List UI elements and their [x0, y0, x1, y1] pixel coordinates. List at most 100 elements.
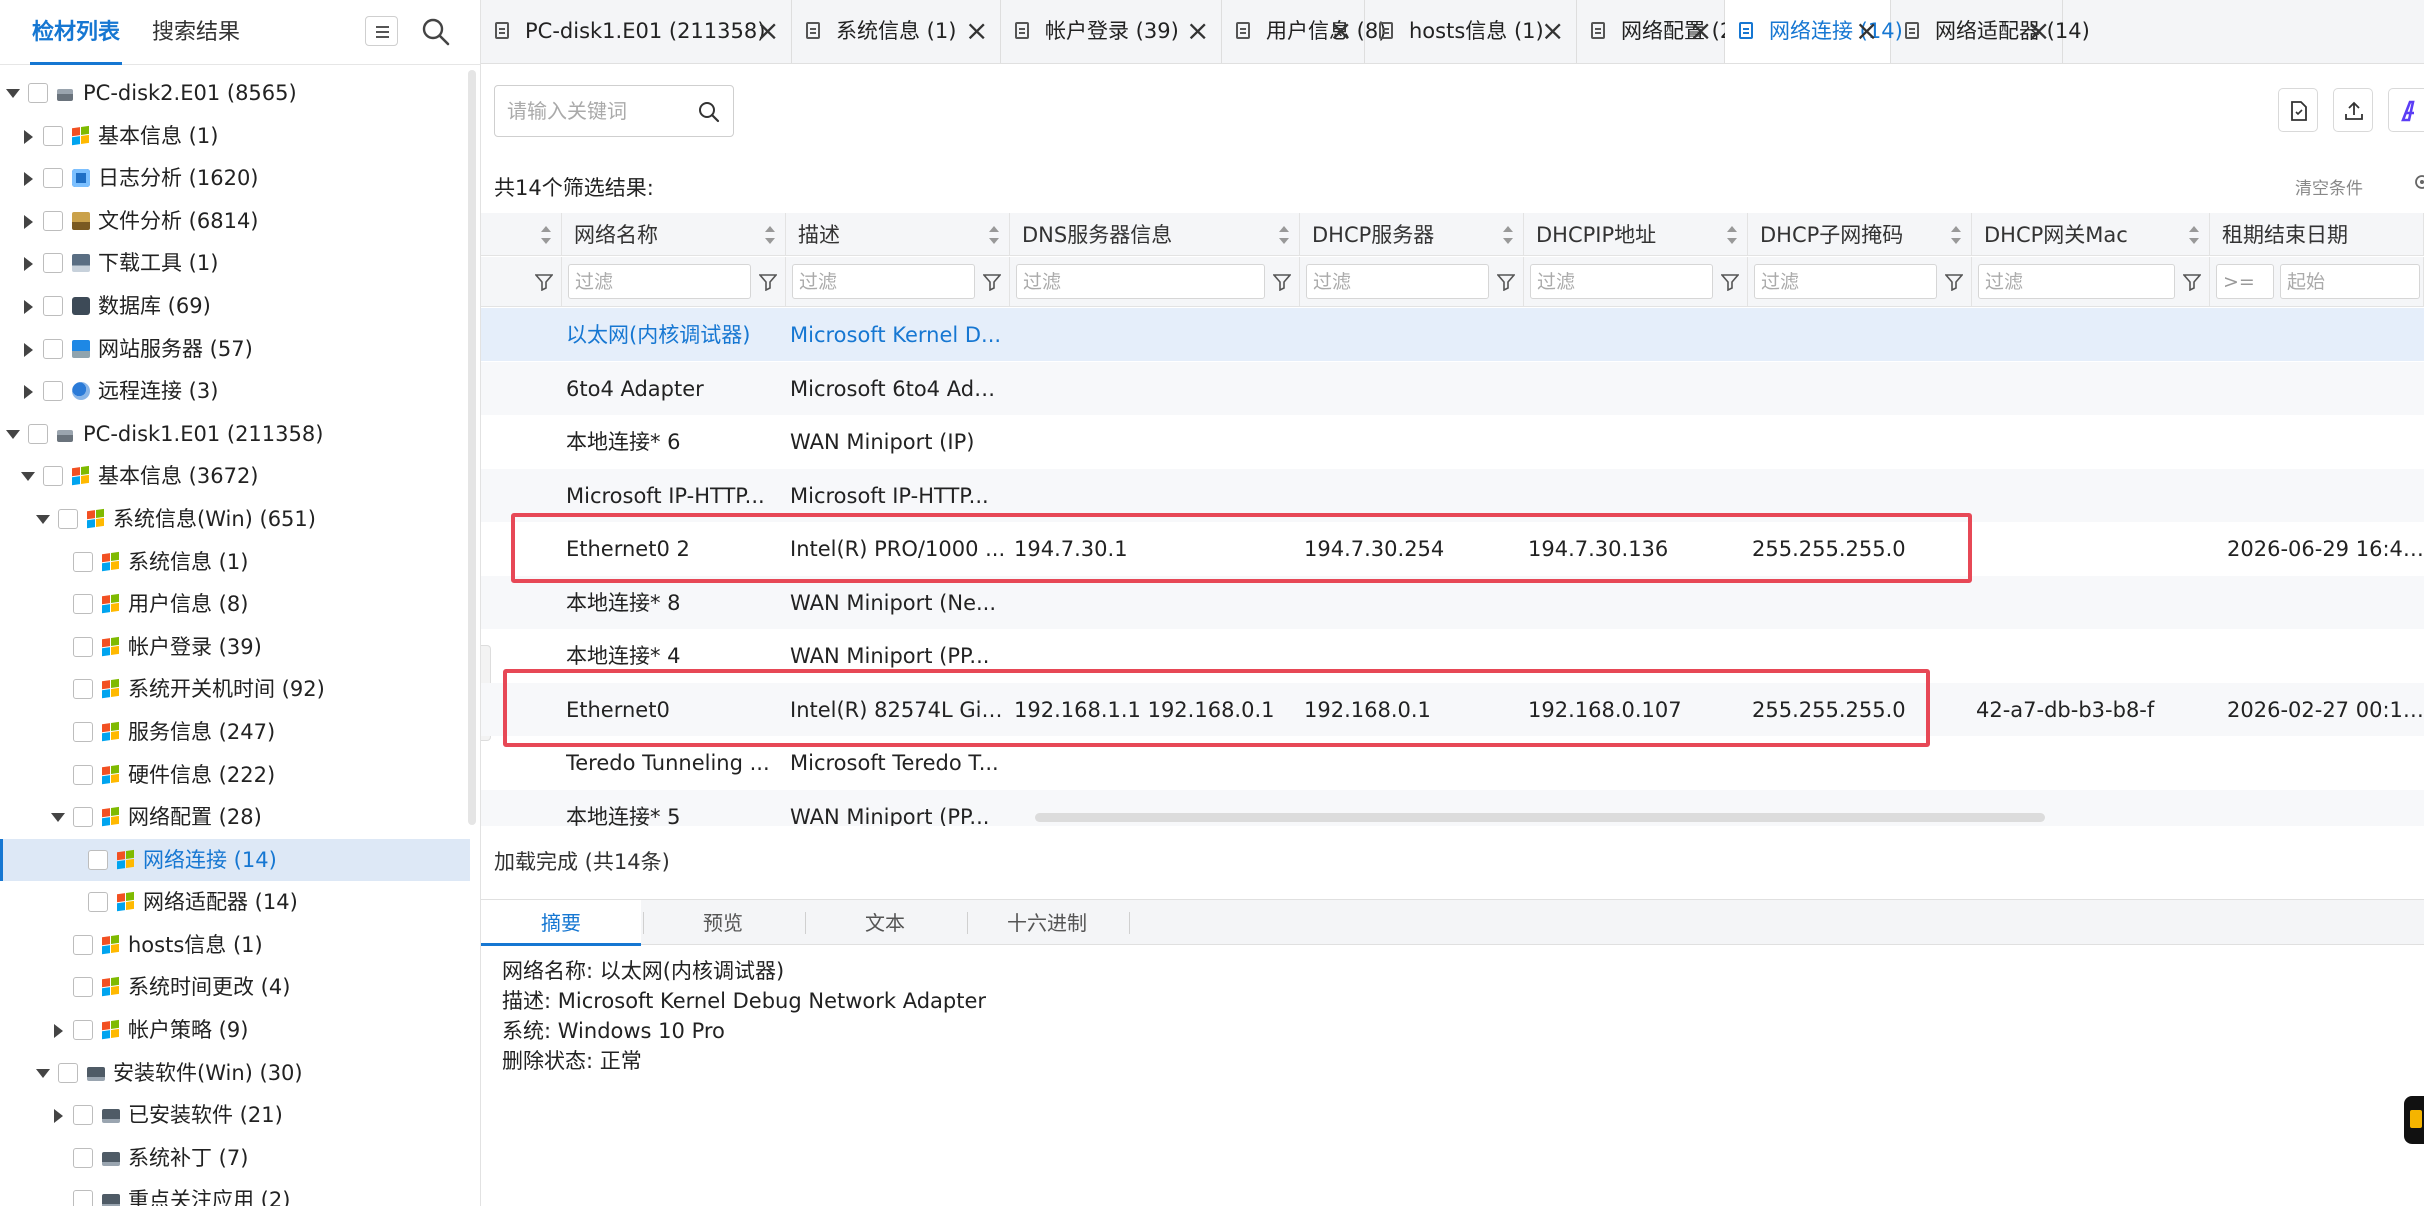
tree-checkbox[interactable]	[73, 679, 93, 700]
column-filter-input[interactable]	[1530, 264, 1713, 299]
search-icon[interactable]	[420, 16, 452, 48]
tree-node[interactable]: 网络配置 (28)	[0, 796, 470, 839]
collapse-arrow-icon[interactable]	[24, 172, 33, 187]
tree-checkbox[interactable]	[28, 83, 48, 103]
collapse-arrow-icon[interactable]	[24, 257, 33, 272]
sort-icon[interactable]	[541, 226, 551, 244]
column-filter-input[interactable]	[1754, 264, 1937, 299]
tree-node[interactable]: 网络连接 (14)	[0, 838, 470, 882]
tree-node[interactable]: 系统信息(Win) (651)	[0, 498, 470, 541]
collapse-arrow-icon[interactable]	[24, 342, 33, 357]
document-tab[interactable]: 网络适配器 (14) ×	[1891, 0, 2090, 63]
column-filter-input[interactable]	[1016, 264, 1265, 299]
close-icon[interactable]: ×	[1855, 0, 1878, 62]
font-style-button[interactable]	[2388, 88, 2424, 132]
filter-icon[interactable]	[982, 273, 1002, 292]
document-tab[interactable]: hosts信息 (1) ×	[1365, 0, 1577, 63]
table-row[interactable]: 本地连接* 6 WAN Miniport (IP)	[481, 415, 2424, 468]
floating-tool-button[interactable]	[2404, 1096, 2424, 1144]
tree-checkbox[interactable]	[73, 977, 93, 998]
column-filter-input[interactable]	[1306, 264, 1489, 299]
tree-node[interactable]: 基本信息 (1)	[0, 115, 470, 158]
tree-node[interactable]: 网站服务器 (57)	[0, 328, 470, 371]
tree-checkbox[interactable]	[43, 295, 63, 316]
tree-node[interactable]: 安装软件(Win) (30)	[0, 1052, 470, 1095]
collapse-arrow-icon[interactable]	[54, 1024, 63, 1039]
tree-checkbox[interactable]	[58, 508, 78, 529]
column-header[interactable]: 描述	[786, 213, 1010, 256]
tree-node[interactable]: 远程连接 (3)	[0, 370, 470, 413]
tree-checkbox[interactable]	[73, 636, 93, 657]
tree-node[interactable]: 服务信息 (247)	[0, 711, 470, 754]
expand-arrow-icon[interactable]	[51, 813, 65, 823]
tree-node[interactable]: 系统信息 (1)	[0, 541, 470, 584]
close-icon[interactable]: ×	[1541, 0, 1564, 62]
column-filter-input[interactable]	[792, 264, 975, 299]
sort-icon[interactable]	[1727, 226, 1737, 244]
filter-icon[interactable]	[758, 273, 778, 292]
tree-scrollbar[interactable]	[468, 70, 476, 825]
column-header[interactable]: DHCP网关Mac	[1972, 213, 2210, 256]
table-row[interactable]: 本地连接* 8 WAN Miniport (Ne...	[481, 575, 2424, 629]
column-header[interactable]: DHCP子网掩码	[1748, 213, 1972, 256]
tree-node[interactable]: 数据库 (69)	[0, 285, 470, 328]
tree-checkbox[interactable]	[73, 764, 93, 785]
filter-icon[interactable]	[1272, 273, 1292, 292]
detail-tab[interactable]: 文本	[805, 900, 965, 945]
tree-checkbox[interactable]	[43, 466, 63, 487]
tree-node[interactable]: 网络适配器 (14)	[0, 881, 470, 924]
date-operator-select[interactable]	[2216, 264, 2274, 299]
close-icon[interactable]: ×	[1186, 0, 1209, 62]
tree-checkbox[interactable]	[43, 338, 63, 359]
close-icon[interactable]: ×	[1329, 0, 1352, 62]
tree-node[interactable]: 用户信息 (8)	[0, 583, 470, 626]
document-tab[interactable]: 帐户登录 (39) ×	[1001, 0, 1222, 63]
collapse-arrow-icon[interactable]	[24, 385, 33, 400]
tree-checkbox[interactable]	[88, 892, 108, 913]
tree-checkbox[interactable]	[43, 253, 63, 274]
tree-node[interactable]: 文件分析 (6814)	[0, 200, 470, 243]
column-filter-input[interactable]	[1978, 264, 2175, 299]
close-icon[interactable]: ×	[965, 0, 988, 62]
sort-icon[interactable]	[1503, 226, 1513, 244]
tree-node[interactable]: PC-disk1.E01 (211358)	[0, 413, 470, 456]
expand-arrow-icon[interactable]	[36, 1068, 50, 1078]
export-document-button[interactable]	[2278, 88, 2318, 132]
tree-node[interactable]: hosts信息 (1)	[0, 924, 470, 967]
tree-checkbox[interactable]	[88, 849, 108, 870]
filter-icon[interactable]	[1496, 273, 1516, 292]
tree-node[interactable]: 日志分析 (1620)	[0, 157, 470, 200]
document-tab[interactable]: 网络配置 (28) ×	[1577, 0, 1755, 63]
tree-node[interactable]: 已安装软件 (21)	[0, 1094, 470, 1137]
sort-icon[interactable]	[765, 226, 775, 244]
tab-search-results[interactable]: 搜索结果	[152, 0, 240, 65]
collapse-arrow-icon[interactable]	[24, 299, 33, 314]
tree-checkbox[interactable]	[73, 934, 93, 955]
menu-button[interactable]	[365, 16, 398, 46]
collapse-arrow-icon[interactable]	[24, 214, 33, 229]
tree-checkbox[interactable]	[73, 721, 93, 742]
column-header[interactable]: DHCP服务器	[1300, 213, 1524, 256]
expand-arrow-icon[interactable]	[6, 89, 20, 98]
expand-arrow-icon[interactable]	[36, 514, 50, 524]
filter-icon[interactable]	[1720, 273, 1740, 292]
sort-icon[interactable]	[989, 226, 999, 244]
tab-evidence-list[interactable]: 检材列表	[29, 0, 123, 65]
table-row[interactable]: 以太网(内核调试器) Microsoft Kernel D...	[481, 308, 2424, 362]
close-icon[interactable]: ×	[1689, 0, 1712, 62]
column-header[interactable]: DNS服务器信息	[1010, 213, 1300, 256]
clear-filter-link[interactable]: 清空条件	[2295, 174, 2363, 199]
document-tab[interactable]: 网络连接 (14) ×	[1725, 0, 1903, 63]
tree-checkbox[interactable]	[43, 210, 63, 231]
filter-icon[interactable]	[2182, 273, 2202, 292]
tree-checkbox[interactable]	[73, 1105, 93, 1126]
column-header[interactable]: 租期结束日期	[2210, 213, 2424, 256]
tree-checkbox[interactable]	[73, 594, 93, 615]
tree-checkbox[interactable]	[73, 807, 93, 828]
tree-node[interactable]: 基本信息 (3672)	[0, 455, 470, 498]
filter-icon[interactable]	[1944, 273, 1964, 292]
sort-icon[interactable]	[1951, 226, 1961, 244]
detail-tab[interactable]: 十六进制	[967, 900, 1127, 945]
tree-node[interactable]: PC-disk2.E01 (8565)	[0, 72, 470, 115]
column-filter-input[interactable]	[568, 264, 751, 299]
